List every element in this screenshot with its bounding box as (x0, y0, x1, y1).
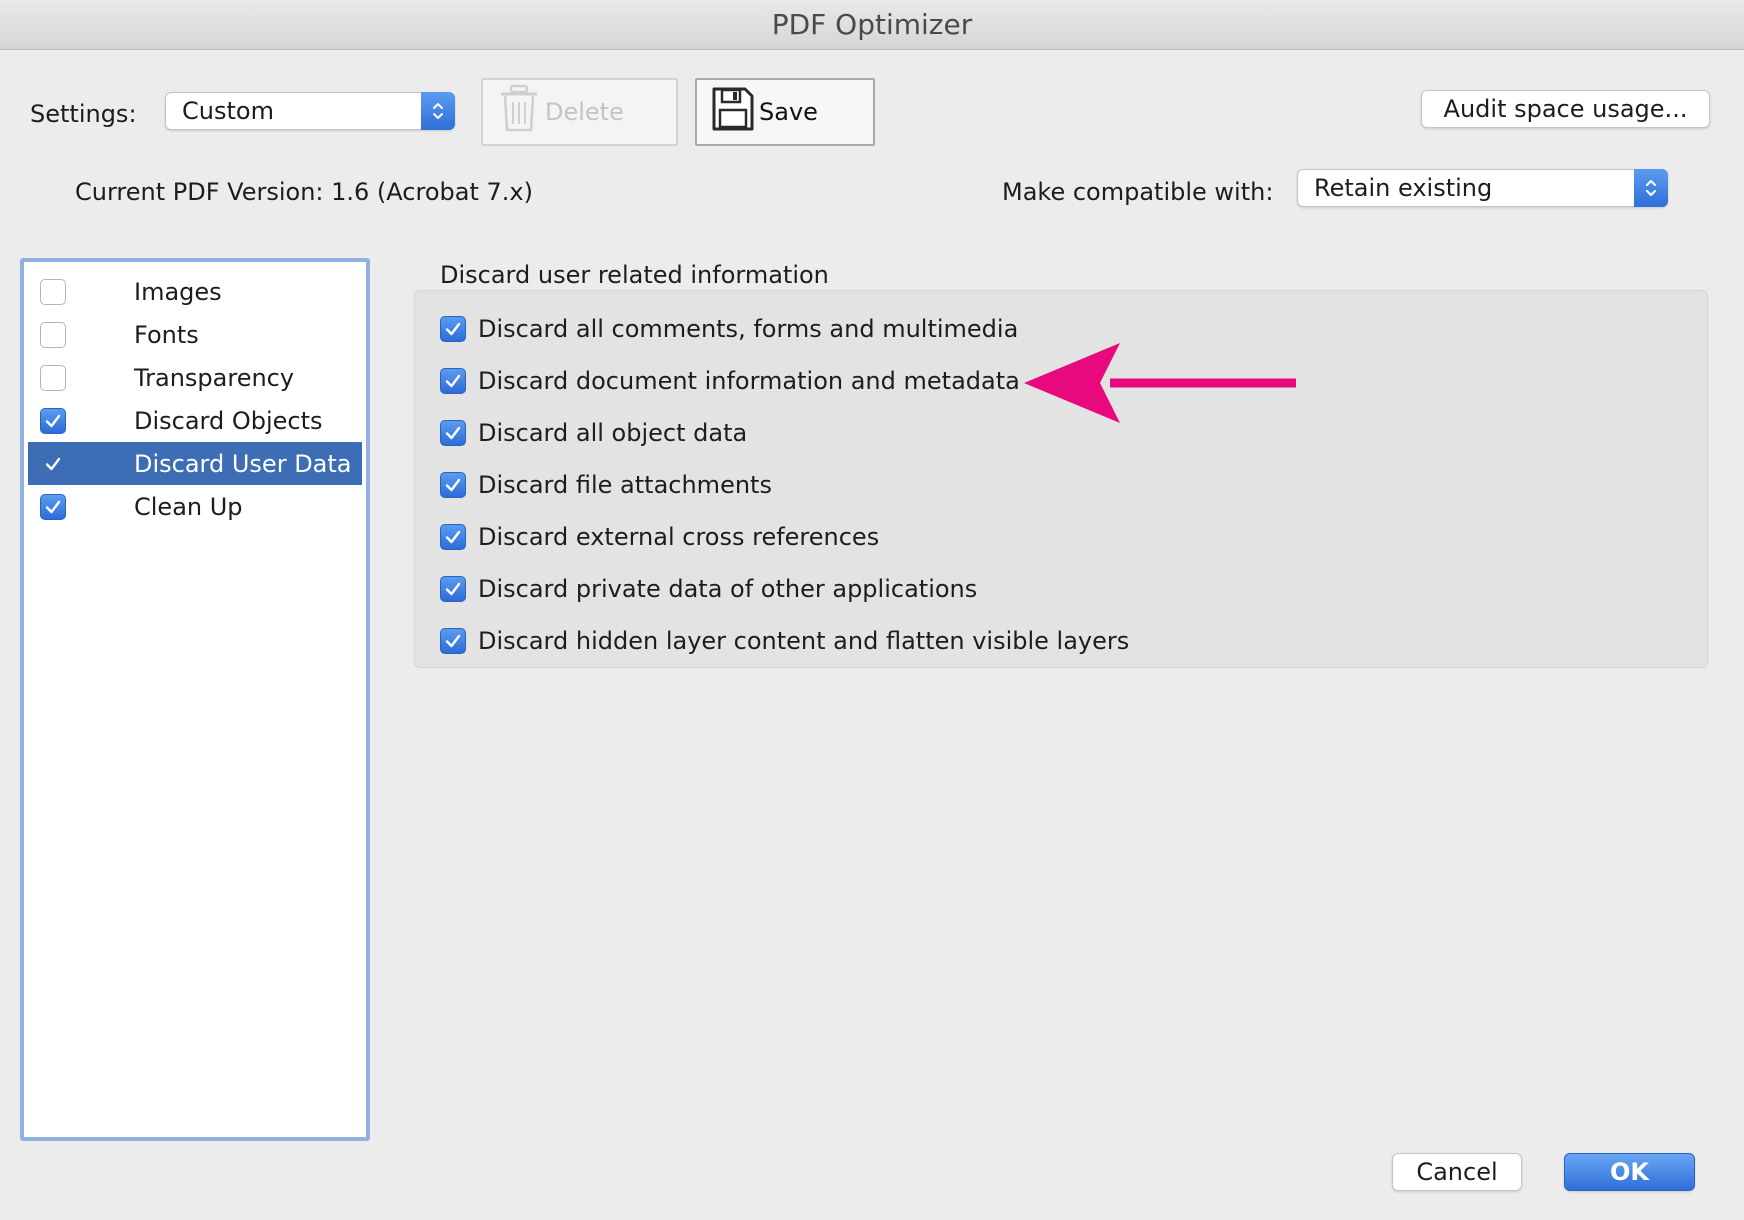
option-checkbox[interactable] (440, 316, 466, 342)
images-checkbox[interactable] (40, 278, 66, 305)
current-pdf-version: Current PDF Version: 1.6 (Acrobat 7.x) (75, 178, 533, 206)
option-discard-document-information-metadata[interactable]: Discard document information and metadat… (440, 366, 1020, 396)
checkmark-icon (45, 500, 61, 513)
option-label: Discard file attachments (478, 471, 772, 499)
annotation-arrow-icon (1024, 343, 1296, 423)
floppy-disk-icon (711, 86, 755, 138)
sidebar-item-fonts[interactable]: Fonts (28, 313, 362, 356)
checkmark-icon (445, 634, 461, 648)
option-discard-external-cross-references[interactable]: Discard external cross references (440, 522, 879, 552)
panel-heading: Discard user related information (440, 261, 829, 289)
compatibility-select[interactable]: Retain existing (1297, 169, 1668, 207)
option-discard-object-data[interactable]: Discard all object data (440, 418, 747, 448)
checkmark-icon (445, 478, 461, 492)
title-bar: PDF Optimizer (0, 0, 1744, 50)
option-discard-comments-forms-multimedia[interactable]: Discard all comments, forms and multimed… (440, 314, 1018, 344)
sidebar-item-label: Transparency (134, 363, 295, 392)
delete-button[interactable]: Delete (481, 78, 678, 146)
settings-select-value: Custom (182, 97, 274, 125)
cancel-button-label: Cancel (1416, 1158, 1498, 1186)
checkmark-icon (445, 322, 461, 336)
option-label: Discard all comments, forms and multimed… (478, 315, 1019, 343)
sidebar-item-images[interactable]: Images (28, 270, 362, 313)
sidebar-item-label: Discard User Data (134, 449, 352, 478)
ok-button[interactable]: OK (1564, 1153, 1695, 1191)
save-button[interactable]: Save (695, 78, 875, 146)
sidebar-item-clean-up[interactable]: Clean Up (28, 485, 362, 528)
checkmark-icon (445, 582, 461, 596)
sidebar-item-label: Fonts (134, 320, 199, 349)
option-label: Discard all object data (478, 419, 748, 447)
checkmark-icon (445, 374, 461, 388)
option-label: Discard hidden layer content and flatten… (478, 627, 1130, 655)
settings-select[interactable]: Custom (165, 92, 455, 130)
sidebar-item-discard-user-data[interactable]: Discard User Data (28, 442, 362, 485)
save-button-label: Save (759, 98, 818, 126)
checkmark-icon (45, 414, 61, 427)
select-stepper-icon (421, 92, 455, 130)
option-checkbox[interactable] (440, 628, 466, 654)
option-discard-file-attachments[interactable]: Discard file attachments (440, 470, 772, 500)
select-stepper-icon (1634, 169, 1668, 207)
fonts-checkbox[interactable] (40, 321, 66, 348)
checkmark-icon (445, 530, 461, 544)
settings-label: Settings: (30, 100, 137, 128)
sidebar-item-label: Clean Up (134, 492, 243, 521)
category-list: Images Fonts Transparency Discard Object… (20, 258, 370, 1141)
sidebar-item-label: Discard Objects (134, 406, 323, 435)
ok-button-label: OK (1610, 1158, 1649, 1186)
option-discard-hidden-layer-content[interactable]: Discard hidden layer content and flatten… (440, 626, 1129, 656)
cancel-button[interactable]: Cancel (1392, 1153, 1522, 1191)
discard-user-data-checkbox[interactable] (40, 451, 66, 477)
delete-button-label: Delete (545, 98, 624, 126)
option-label: Discard private data of other applicatio… (478, 575, 978, 603)
option-checkbox[interactable] (440, 472, 466, 498)
sidebar-item-transparency[interactable]: Transparency (28, 356, 362, 399)
compatibility-select-value: Retain existing (1314, 174, 1493, 202)
audit-space-usage-button[interactable]: Audit space usage... (1421, 90, 1710, 128)
trash-icon (497, 84, 541, 140)
option-label: Discard external cross references (478, 523, 880, 551)
make-compatible-label: Make compatible with: (1002, 178, 1274, 206)
transparency-checkbox[interactable] (40, 364, 66, 391)
discard-objects-checkbox[interactable] (40, 407, 66, 434)
checkmark-icon (445, 426, 461, 440)
option-checkbox[interactable] (440, 420, 466, 446)
option-checkbox[interactable] (440, 524, 466, 550)
window-title: PDF Optimizer (771, 8, 973, 41)
audit-button-label: Audit space usage... (1443, 95, 1688, 123)
option-checkbox[interactable] (440, 368, 466, 394)
clean-up-checkbox[interactable] (40, 493, 66, 520)
option-discard-private-data[interactable]: Discard private data of other applicatio… (440, 574, 977, 604)
checkmark-icon (45, 457, 61, 470)
sidebar-item-discard-objects[interactable]: Discard Objects (28, 399, 362, 442)
option-label: Discard document information and metadat… (478, 367, 1020, 395)
option-checkbox[interactable] (440, 576, 466, 602)
sidebar-item-label: Images (134, 277, 222, 306)
